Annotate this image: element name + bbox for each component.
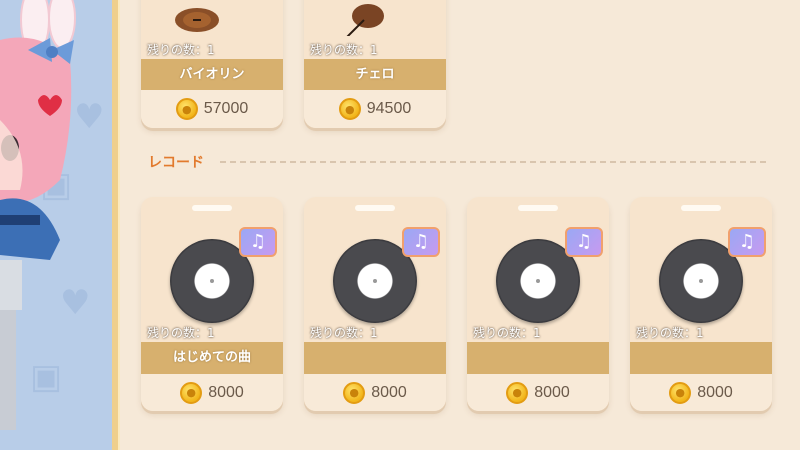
item-name <box>467 342 609 374</box>
music-note-icon: ♫ <box>565 227 603 257</box>
card-hook <box>518 205 558 211</box>
music-note-icon: ♫ <box>402 227 440 257</box>
remaining-count: 残りの数：1 <box>636 326 704 340</box>
acorn-coin-icon: ● <box>343 381 366 404</box>
character-avatar <box>0 0 76 430</box>
shop-item-card[interactable]: ♫ 残りの数：1 ● 8000 <box>304 197 446 411</box>
acorn-coin-icon: ● <box>338 98 361 120</box>
remaining-count: 残りの数：1 <box>147 43 215 57</box>
price-area: ● 8000 <box>467 374 609 411</box>
item-name: チェロ <box>304 59 446 91</box>
item-price: 8000 <box>371 383 407 401</box>
remaining-count: 残りの数：1 <box>310 326 378 340</box>
remaining-count: 残りの数：1 <box>310 43 378 57</box>
shop-item-card[interactable]: ♫ 残りの数：1 ● 8000 <box>630 197 772 411</box>
card-hook <box>681 205 721 211</box>
shop-item-card[interactable]: ♫ 残りの数：1 はじめての曲 ● 8000 <box>141 197 283 411</box>
section-divider <box>220 161 766 163</box>
left-background: ♥ ▣ ♥ ▣ <box>0 0 118 450</box>
price-area: ● 8000 <box>141 374 283 411</box>
item-price: 94500 <box>366 100 412 117</box>
item-name: はじめての曲 <box>141 342 283 374</box>
section-title: レコード <box>148 155 204 171</box>
acorn-coin-icon: ● <box>506 381 529 404</box>
item-price: 8000 <box>208 383 244 401</box>
card-hook <box>355 205 395 211</box>
item-name <box>630 342 772 374</box>
item-price: 8000 <box>534 383 570 401</box>
price-area: ● 8000 <box>630 374 772 411</box>
item-price: 8000 <box>697 383 733 401</box>
shop-item-card[interactable]: 残りの数：1 バイオリン ● 57000 <box>141 0 283 128</box>
acorn-coin-icon: ● <box>669 381 692 404</box>
acorn-coin-icon: ● <box>175 98 198 120</box>
remaining-count: 残りの数：1 <box>473 326 541 340</box>
item-name <box>304 342 446 374</box>
acorn-coin-icon: ● <box>180 381 203 404</box>
violin-icon <box>175 8 219 32</box>
shop-item-card[interactable]: ♫ 残りの数：1 ● 8000 <box>467 197 609 411</box>
music-note-icon: ♫ <box>728 227 766 257</box>
item-price: 57000 <box>203 100 249 117</box>
price-area: ● 57000 <box>141 90 283 128</box>
price-area: ● 8000 <box>304 374 446 411</box>
price-area: ● 94500 <box>304 90 446 128</box>
card-hook <box>192 205 232 211</box>
cello-icon <box>346 4 384 36</box>
remaining-count: 残りの数：1 <box>147 326 215 340</box>
music-note-icon: ♫ <box>239 227 277 257</box>
item-name: バイオリン <box>141 59 283 91</box>
shop-item-card[interactable]: 残りの数：1 チェロ ● 94500 <box>304 0 446 128</box>
